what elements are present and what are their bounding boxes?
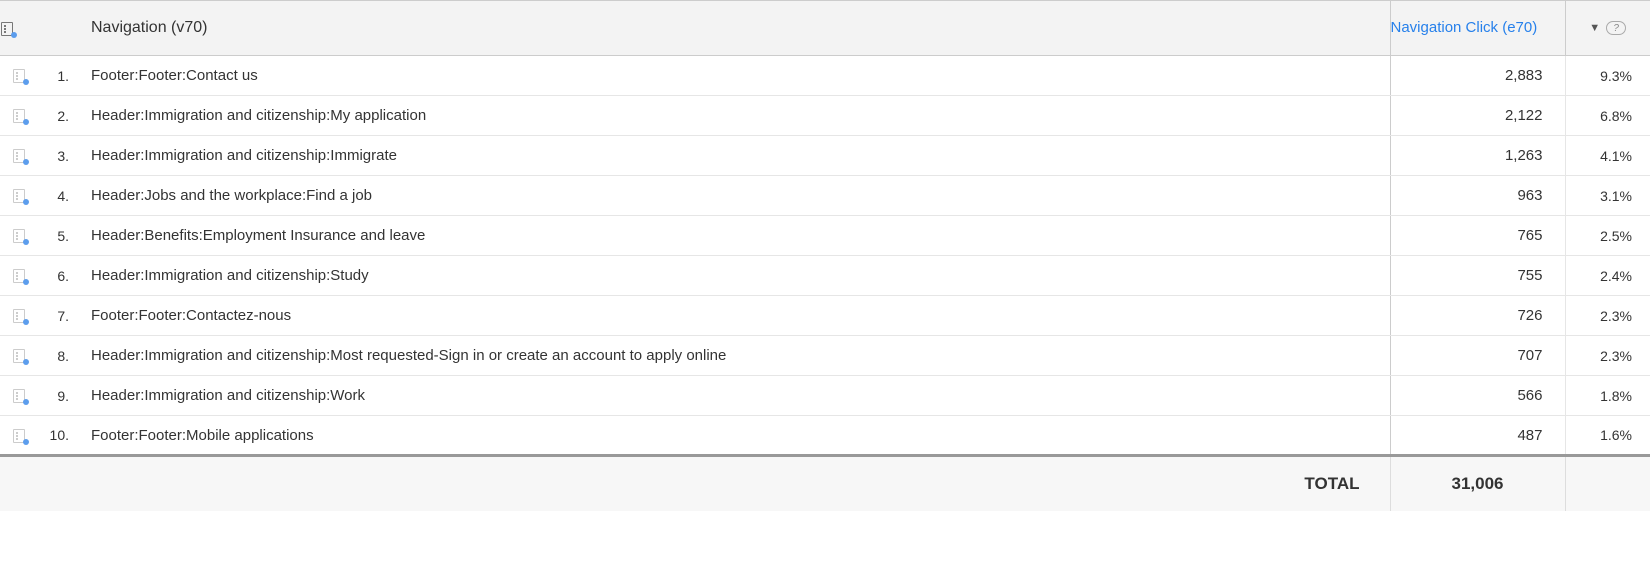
- breakdown-icon[interactable]: [0, 21, 16, 37]
- row-rank: 6.: [40, 256, 75, 296]
- row-rank: 1.: [40, 56, 75, 96]
- table-row[interactable]: 6.Header:Immigration and citizenship:Stu…: [0, 256, 1650, 296]
- breakdown-icon[interactable]: [12, 68, 28, 84]
- table-row[interactable]: 9.Header:Immigration and citizenship:Wor…: [0, 376, 1650, 416]
- row-value: 707: [1390, 336, 1565, 376]
- table-row[interactable]: 1.Footer:Footer:Contact us2,8839.3%: [0, 56, 1650, 96]
- row-rank: 8.: [40, 336, 75, 376]
- sort-desc-icon[interactable]: ▼: [1589, 22, 1600, 34]
- row-dimension: Header:Immigration and citizenship:Immig…: [75, 136, 1390, 176]
- table-row[interactable]: 7.Footer:Footer:Contactez-nous7262.3%: [0, 296, 1650, 336]
- breakdown-icon[interactable]: [12, 388, 28, 404]
- row-percent: 6.8%: [1565, 96, 1650, 136]
- row-value: 963: [1390, 176, 1565, 216]
- report-table: Navigation (v70) Navigation Click (e70) …: [0, 0, 1650, 511]
- row-rank: 9.: [40, 376, 75, 416]
- row-dimension: Header:Immigration and citizenship:Most …: [75, 336, 1390, 376]
- breakdown-icon[interactable]: [12, 348, 28, 364]
- row-dimension: Header:Immigration and citizenship:My ap…: [75, 96, 1390, 136]
- row-percent: 2.4%: [1565, 256, 1650, 296]
- row-percent: 9.3%: [1565, 56, 1650, 96]
- total-value: 31,006: [1390, 456, 1565, 511]
- metric-header[interactable]: Navigation Click (e70): [1391, 19, 1538, 38]
- row-dimension: Header:Immigration and citizenship:Work: [75, 376, 1390, 416]
- breakdown-icon[interactable]: [12, 188, 28, 204]
- total-label: TOTAL: [0, 456, 1390, 511]
- row-dimension: Footer:Footer:Mobile applications: [75, 416, 1390, 456]
- breakdown-icon[interactable]: [12, 308, 28, 324]
- row-percent: 2.3%: [1565, 336, 1650, 376]
- row-value: 765: [1390, 216, 1565, 256]
- row-percent: 4.1%: [1565, 136, 1650, 176]
- row-dimension: Header:Immigration and citizenship:Study: [75, 256, 1390, 296]
- breakdown-icon[interactable]: [12, 428, 28, 444]
- help-icon[interactable]: ?: [1606, 21, 1626, 35]
- table-row[interactable]: 3.Header:Immigration and citizenship:Imm…: [0, 136, 1650, 176]
- row-rank: 7.: [40, 296, 75, 336]
- row-dimension: Footer:Footer:Contactez-nous: [75, 296, 1390, 336]
- row-value: 566: [1390, 376, 1565, 416]
- row-dimension: Header:Benefits:Employment Insurance and…: [75, 216, 1390, 256]
- table-row[interactable]: 4.Header:Jobs and the workplace:Find a j…: [0, 176, 1650, 216]
- breakdown-icon[interactable]: [12, 148, 28, 164]
- row-rank: 4.: [40, 176, 75, 216]
- row-value: 726: [1390, 296, 1565, 336]
- row-value: 2,122: [1390, 96, 1565, 136]
- row-rank: 10.: [40, 416, 75, 456]
- row-value: 755: [1390, 256, 1565, 296]
- row-rank: 3.: [40, 136, 75, 176]
- row-percent: 1.8%: [1565, 376, 1650, 416]
- table-row[interactable]: 5.Header:Benefits:Employment Insurance a…: [0, 216, 1650, 256]
- total-row: TOTAL 31,006: [0, 456, 1650, 511]
- row-value: 1,263: [1390, 136, 1565, 176]
- dimension-header[interactable]: Navigation (v70): [75, 19, 208, 36]
- breakdown-icon[interactable]: [12, 228, 28, 244]
- breakdown-icon[interactable]: [12, 268, 28, 284]
- breakdown-icon[interactable]: [12, 108, 28, 124]
- row-dimension: Header:Jobs and the workplace:Find a job: [75, 176, 1390, 216]
- row-value: 2,883: [1390, 56, 1565, 96]
- table-row[interactable]: 2.Header:Immigration and citizenship:My …: [0, 96, 1650, 136]
- row-value: 487: [1390, 416, 1565, 456]
- row-percent: 1.6%: [1565, 416, 1650, 456]
- row-percent: 2.5%: [1565, 216, 1650, 256]
- row-rank: 5.: [40, 216, 75, 256]
- header-row: Navigation (v70) Navigation Click (e70) …: [0, 1, 1650, 56]
- row-percent: 2.3%: [1565, 296, 1650, 336]
- table-row[interactable]: 10.Footer:Footer:Mobile applications4871…: [0, 416, 1650, 456]
- table-row[interactable]: 8.Header:Immigration and citizenship:Mos…: [0, 336, 1650, 376]
- row-rank: 2.: [40, 96, 75, 136]
- row-dimension: Footer:Footer:Contact us: [75, 56, 1390, 96]
- row-percent: 3.1%: [1565, 176, 1650, 216]
